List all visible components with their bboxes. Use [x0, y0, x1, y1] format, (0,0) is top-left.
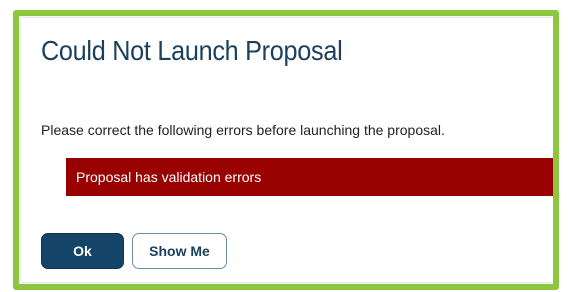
error-dialog: Could Not Launch Proposal Please correct…	[21, 18, 553, 282]
error-message: Proposal has validation errors	[76, 169, 262, 185]
dialog-title: Could Not Launch Proposal	[41, 35, 343, 66]
ok-button[interactable]: Ok	[41, 233, 124, 269]
error-banner: Proposal has validation errors	[66, 158, 553, 196]
show-me-button[interactable]: Show Me	[132, 233, 227, 269]
dialog-message: Please correct the following errors befo…	[41, 122, 445, 138]
highlight-frame: Could Not Launch Proposal Please correct…	[13, 10, 559, 290]
